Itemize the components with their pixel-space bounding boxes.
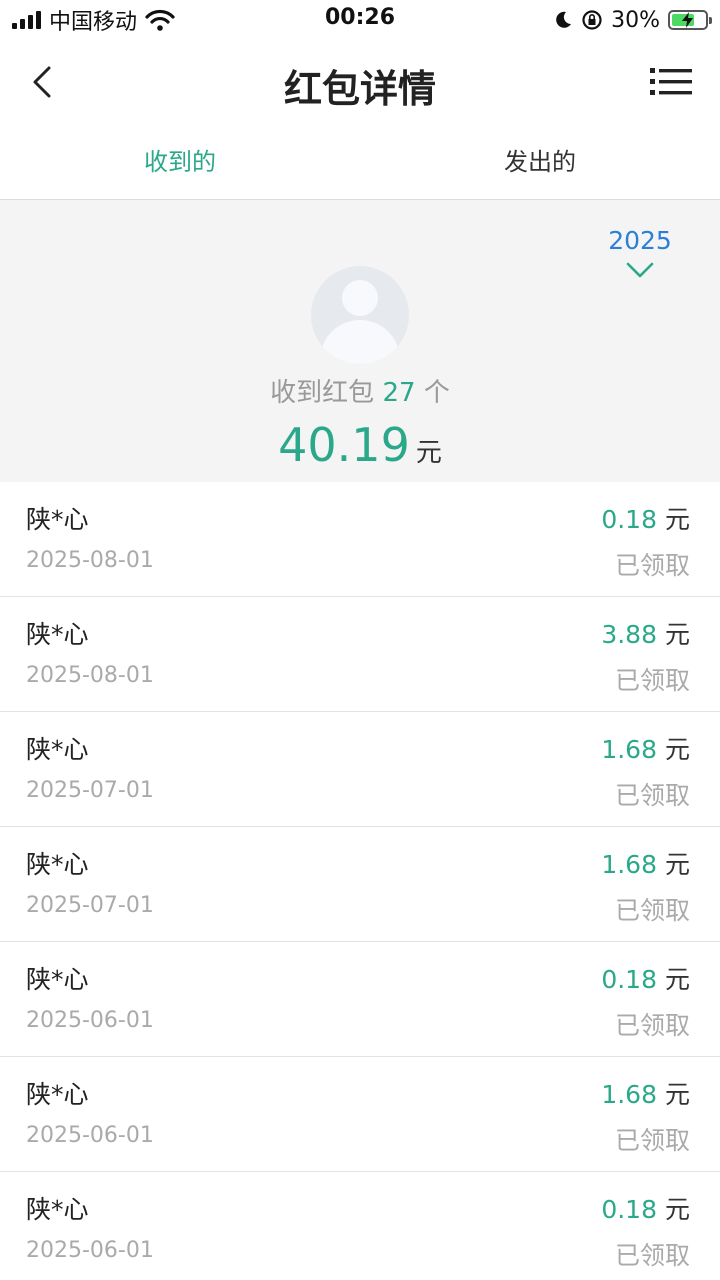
record-date: 2025-07-01 bbox=[26, 778, 154, 803]
tab-bar: 收到的 发出的 bbox=[0, 124, 720, 200]
record-amount-wrap: 0.18 元 bbox=[601, 960, 690, 996]
record-status: 已领取 bbox=[614, 1011, 690, 1040]
record-date: 2025-08-01 bbox=[26, 663, 154, 688]
record-unit: 元 bbox=[664, 735, 690, 764]
record-unit: 元 bbox=[664, 620, 690, 649]
battery-icon bbox=[668, 10, 712, 30]
sender-name: 陕*心 bbox=[26, 965, 89, 994]
list-item[interactable]: 陕*心 2025-08-01 3.88 元 已领取 bbox=[0, 597, 720, 712]
record-status: 已领取 bbox=[614, 781, 690, 810]
record-unit: 元 bbox=[664, 850, 690, 879]
record-status: 已领取 bbox=[614, 1241, 690, 1270]
sender-name: 陕*心 bbox=[26, 850, 89, 879]
record-date: 2025-06-01 bbox=[26, 1008, 154, 1033]
record-date: 2025-06-01 bbox=[26, 1238, 154, 1263]
received-count-line: 收到红包 27 个 bbox=[0, 372, 720, 409]
chevron-down-icon bbox=[626, 262, 654, 278]
battery-percent: 30% bbox=[611, 7, 660, 33]
nav-bar: 红包详情 bbox=[0, 40, 720, 124]
tab-received[interactable]: 收到的 bbox=[0, 124, 360, 199]
list-item[interactable]: 陕*心 2025-06-01 0.18 元 已领取 bbox=[0, 1172, 720, 1280]
sender-name: 陕*心 bbox=[26, 505, 89, 534]
total-amount-line: 40.19 元 bbox=[0, 418, 720, 472]
summary-panel: 2025 收到红包 27 个 40.19 元 bbox=[0, 200, 720, 482]
record-amount-wrap: 0.18 元 bbox=[601, 500, 690, 536]
red-packet-list: 陕*心 2025-08-01 0.18 元 已领取 陕*心 2025-08-01 … bbox=[0, 482, 720, 1280]
list-item[interactable]: 陕*心 2025-06-01 1.68 元 已领取 bbox=[0, 1057, 720, 1172]
record-amount: 1.68 bbox=[601, 850, 657, 879]
sender-name: 陕*心 bbox=[26, 1080, 89, 1109]
record-status: 已领取 bbox=[614, 1126, 690, 1155]
list-item[interactable]: 陕*心 2025-07-01 1.68 元 已领取 bbox=[0, 827, 720, 942]
record-date: 2025-06-01 bbox=[26, 1123, 154, 1148]
record-amount: 0.18 bbox=[601, 1195, 657, 1224]
received-count: 27 bbox=[382, 378, 416, 408]
record-amount: 3.88 bbox=[601, 620, 657, 649]
record-amount: 1.68 bbox=[601, 735, 657, 764]
record-unit: 元 bbox=[664, 965, 690, 994]
tab-sent[interactable]: 发出的 bbox=[360, 124, 720, 199]
list-item[interactable]: 陕*心 2025-08-01 0.18 元 已领取 bbox=[0, 482, 720, 597]
status-bar-right: 30% bbox=[553, 6, 712, 34]
year-selector[interactable]: 2025 bbox=[600, 226, 680, 279]
record-unit: 元 bbox=[664, 1080, 690, 1109]
record-date: 2025-07-01 bbox=[26, 893, 154, 918]
total-amount: 40.19 bbox=[278, 418, 410, 472]
year-label: 2025 bbox=[608, 226, 672, 255]
record-amount-wrap: 0.18 元 bbox=[601, 1190, 690, 1226]
record-amount: 1.68 bbox=[601, 1080, 657, 1109]
total-unit: 元 bbox=[415, 438, 442, 468]
moon-icon bbox=[556, 11, 572, 28]
menu-button[interactable] bbox=[650, 64, 692, 100]
sender-name: 陕*心 bbox=[26, 620, 89, 649]
record-amount-wrap: 1.68 元 bbox=[601, 730, 690, 766]
record-status: 已领取 bbox=[614, 551, 690, 580]
record-amount: 0.18 bbox=[601, 505, 657, 534]
record-unit: 元 bbox=[664, 505, 690, 534]
record-unit: 元 bbox=[664, 1195, 690, 1224]
record-amount-wrap: 3.88 元 bbox=[601, 615, 690, 651]
status-bar: 中国移动 00:26 30% bbox=[0, 0, 720, 40]
record-status: 已领取 bbox=[614, 666, 690, 695]
record-date: 2025-08-01 bbox=[26, 548, 154, 573]
record-amount: 0.18 bbox=[601, 965, 657, 994]
record-amount-wrap: 1.68 元 bbox=[601, 845, 690, 881]
list-item[interactable]: 陕*心 2025-06-01 0.18 元 已领取 bbox=[0, 942, 720, 1057]
received-suffix: 个 bbox=[423, 378, 450, 408]
list-item[interactable]: 陕*心 2025-07-01 1.68 元 已领取 bbox=[0, 712, 720, 827]
sender-name: 陕*心 bbox=[26, 735, 89, 764]
rotation-lock-icon bbox=[582, 10, 602, 30]
received-prefix: 收到红包 bbox=[270, 378, 375, 408]
record-status: 已领取 bbox=[614, 896, 690, 925]
list-menu-icon bbox=[650, 68, 692, 95]
avatar bbox=[311, 266, 409, 364]
sender-name: 陕*心 bbox=[26, 1195, 89, 1224]
record-amount-wrap: 1.68 元 bbox=[601, 1075, 690, 1111]
page-title: 红包详情 bbox=[283, 67, 436, 111]
